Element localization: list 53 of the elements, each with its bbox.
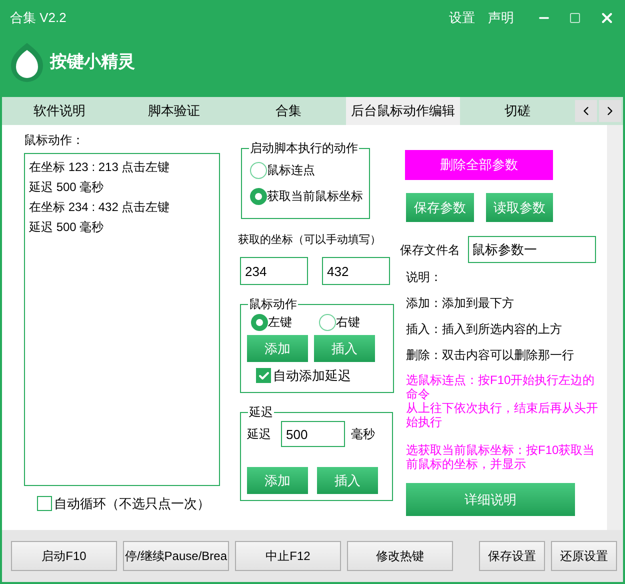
list-item[interactable]: 延迟 500 毫秒 xyxy=(29,217,219,237)
previous-button[interactable] xyxy=(574,100,597,122)
next-button[interactable] xyxy=(598,100,621,122)
group-title: 启动脚本执行的动作 xyxy=(249,140,359,157)
list-item[interactable]: 在坐标 234 : 432 点击左键 xyxy=(29,197,219,217)
radio-label: 左键 xyxy=(268,314,292,331)
note-text: 说明： xyxy=(406,269,443,286)
radio-label: 鼠标连点 xyxy=(267,162,315,179)
group-title: 延迟 xyxy=(248,404,274,421)
group-title: 鼠标动作 xyxy=(248,296,298,313)
note-text: 选获取当前鼠标坐标：按F10获取当前鼠标的坐标，并显示 xyxy=(406,443,596,471)
y-input[interactable]: 432 xyxy=(322,257,390,285)
tab[interactable]: 合集 xyxy=(231,97,346,125)
delay-label: 延迟 xyxy=(247,426,271,443)
bottom-button[interactable]: 中止F12 xyxy=(235,541,341,571)
maximize-icon[interactable] xyxy=(569,12,581,24)
radio-label: 获取当前鼠标坐标 xyxy=(267,188,363,205)
bottom-button[interactable]: 停/继续Pause/Brea xyxy=(123,541,229,571)
tab[interactable]: 脚本验证 xyxy=(116,97,232,125)
checkbox-label: 自动添加延迟 xyxy=(273,367,351,385)
list-item[interactable]: 延迟 500 毫秒 xyxy=(29,177,219,197)
tab[interactable]: 软件说明 xyxy=(2,97,117,125)
bottom-button[interactable]: 保存设置 xyxy=(479,541,545,571)
tab[interactable]: 切磋 xyxy=(460,97,575,125)
mascot-icon xyxy=(10,42,44,82)
window-title: 合集 V2.2 xyxy=(10,9,66,28)
coords-label: 获取的坐标（可以手动填写） xyxy=(238,233,381,248)
checkbox[interactable] xyxy=(37,496,52,512)
list-label: 鼠标动作： xyxy=(24,132,85,149)
delay-input[interactable]: 500 xyxy=(281,421,345,447)
tab[interactable]: 后台鼠标动作编辑 xyxy=(346,97,460,125)
checkbox[interactable] xyxy=(256,368,271,384)
bottom-button[interactable]: 修改热键 xyxy=(347,541,453,571)
note-text: 插入：插入到所选内容的上方 xyxy=(406,321,563,338)
unit-label: 毫秒 xyxy=(351,426,375,443)
file-name-input[interactable]: 鼠标参数一 xyxy=(468,236,596,263)
note-text: 删除：双击内容可以删除那一行 xyxy=(406,347,575,364)
note-text: 选鼠标连点：按F10开始执行左边的命令 xyxy=(406,373,596,401)
file-name-label: 保存文件名 xyxy=(400,242,460,258)
note-text: 添加：添加到最下方 xyxy=(406,295,515,312)
list-item[interactable]: 在坐标 123 : 213 点击左键 xyxy=(29,157,219,177)
radio-button[interactable] xyxy=(251,314,268,330)
bottom-button[interactable]: 启动F10 xyxy=(11,541,117,571)
radio-label: 右键 xyxy=(336,314,360,331)
radio-button[interactable] xyxy=(319,314,336,330)
x-input[interactable]: 234 xyxy=(240,257,308,285)
note-text: 从上往下依次执行，结束后再从头开始执行 xyxy=(406,401,599,429)
radio-button[interactable] xyxy=(250,188,267,204)
logo-text: 按键小精灵 xyxy=(50,51,135,74)
checkbox-label: 自动循环（不选只点一次） xyxy=(54,495,210,513)
bottom-button[interactable]: 还原设置 xyxy=(551,541,617,571)
radio-button[interactable] xyxy=(250,162,267,178)
close-icon[interactable] xyxy=(599,10,615,26)
